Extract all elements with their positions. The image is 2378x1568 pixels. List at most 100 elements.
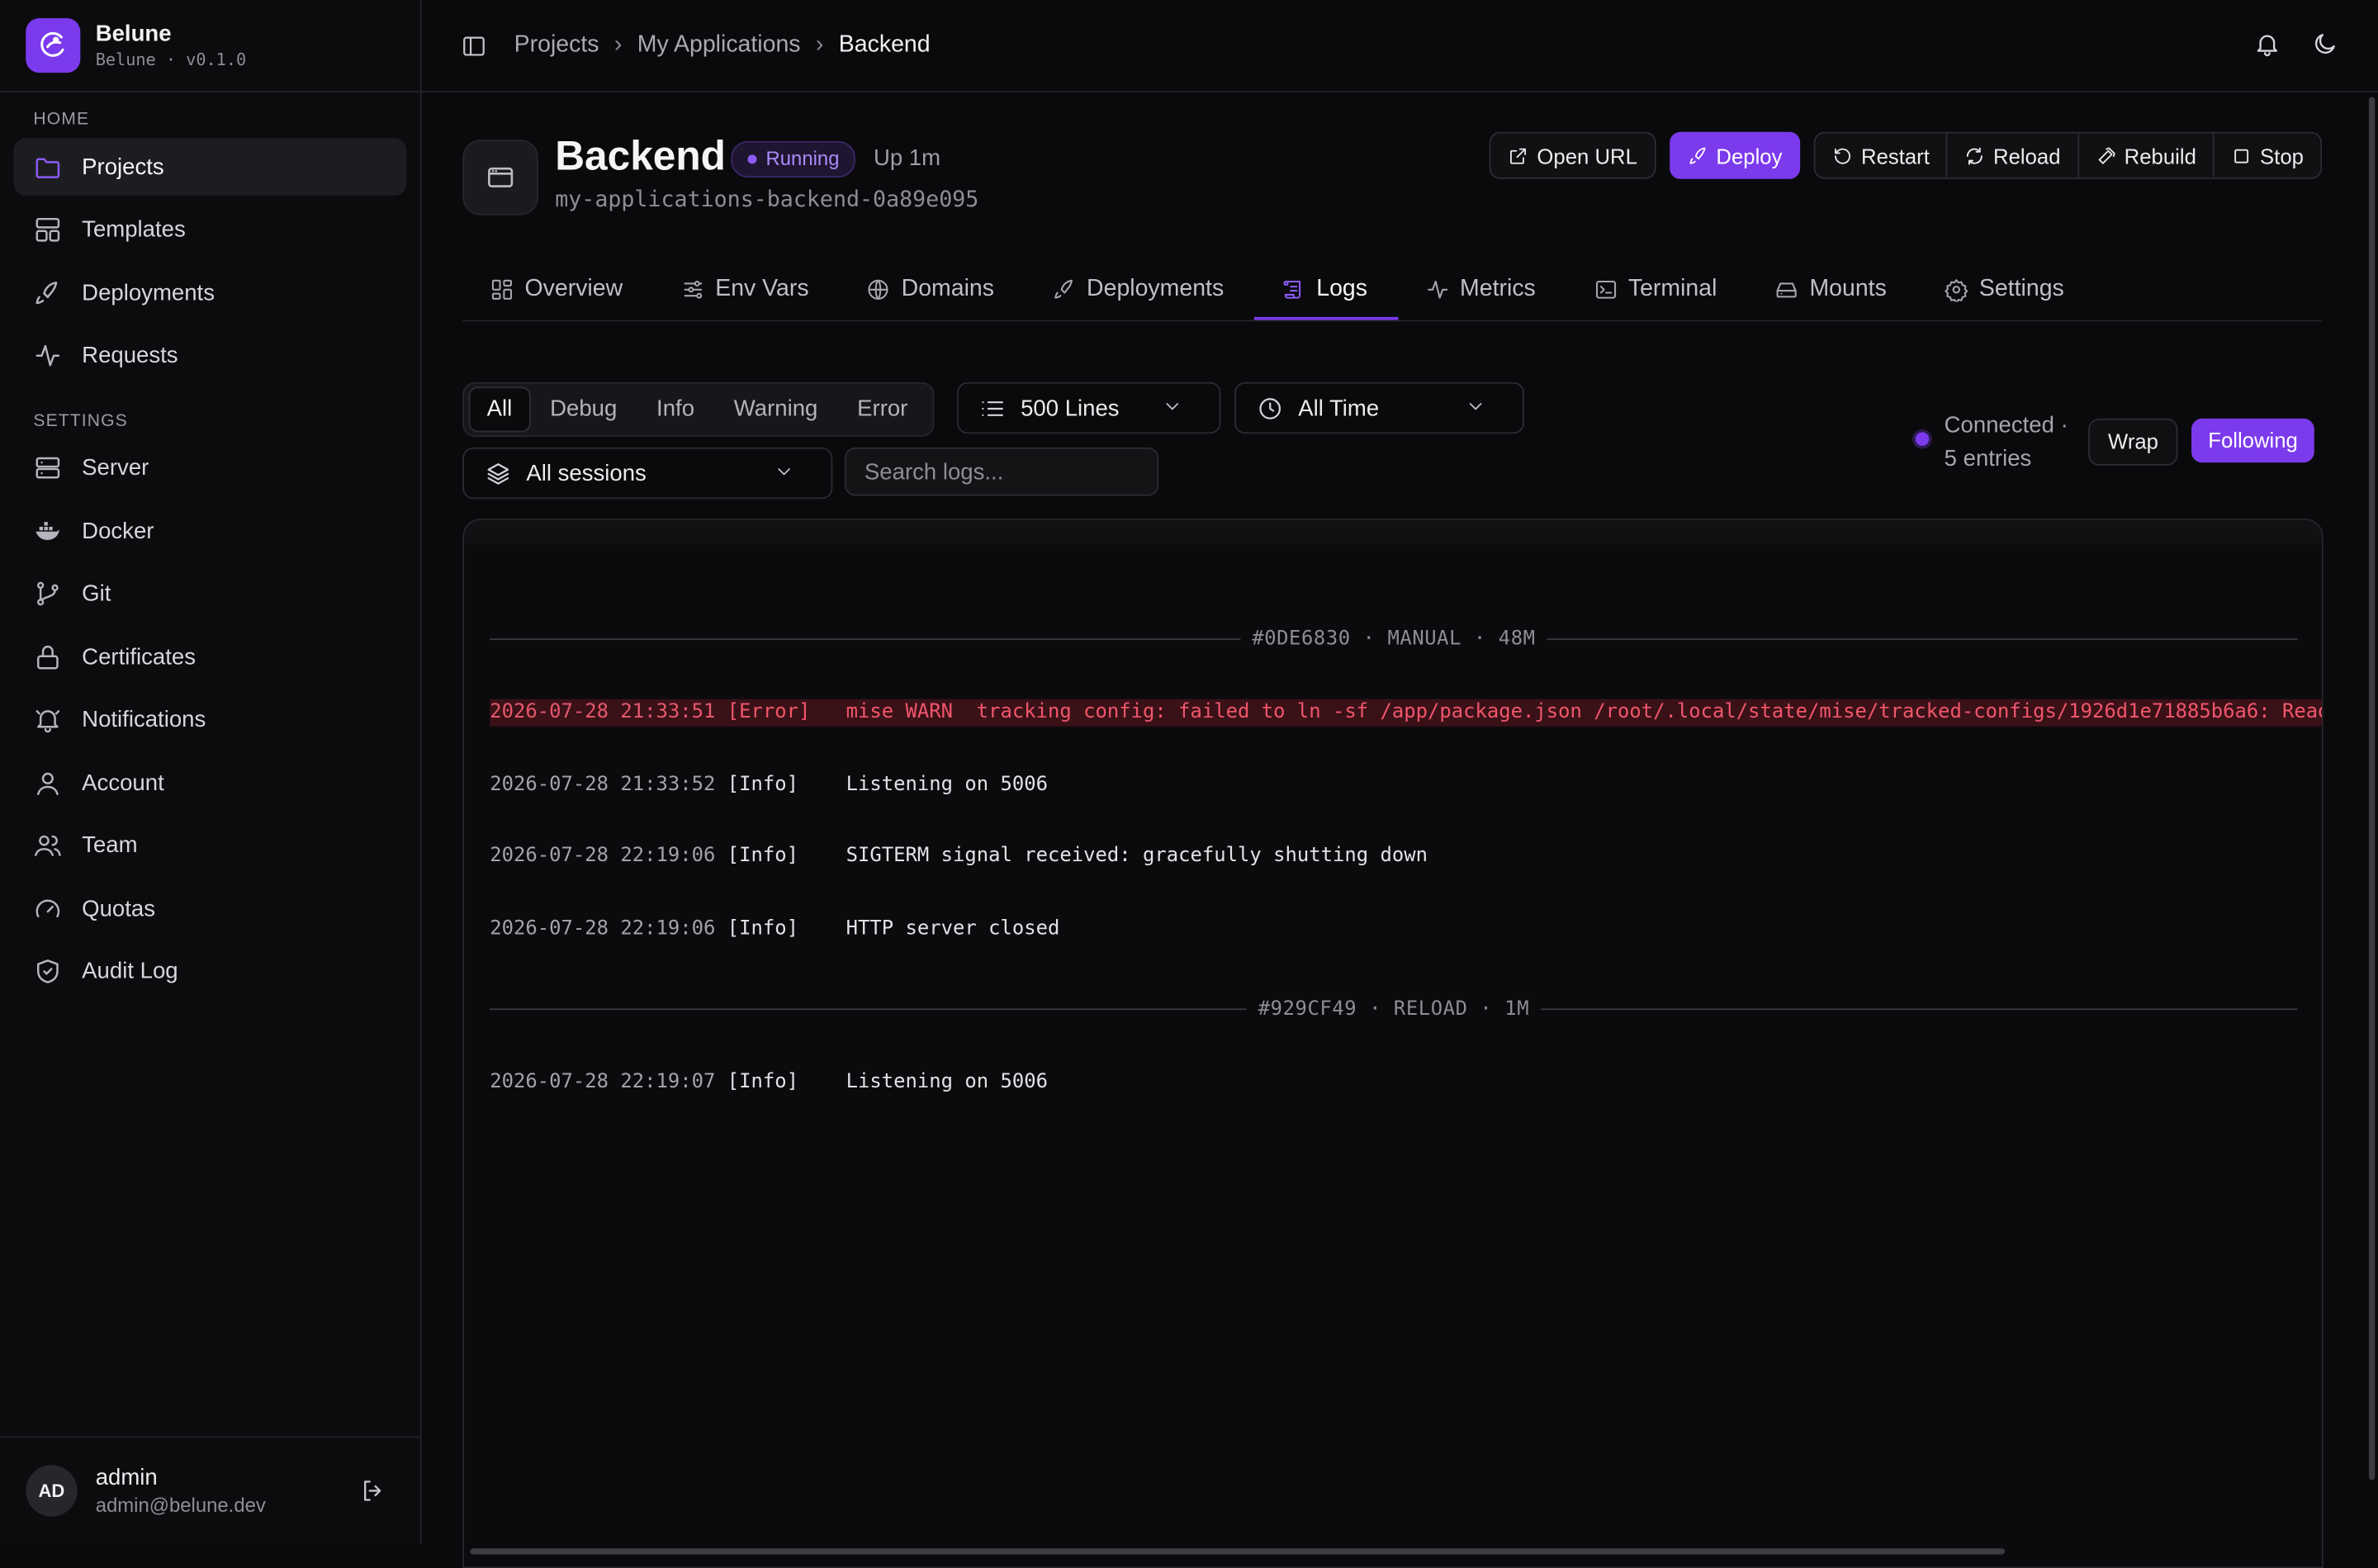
reload-button[interactable]: Reload [1946,133,2077,178]
brand[interactable]: Belune Belune · v0.1.0 [0,0,420,93]
server-icon [36,457,60,479]
search-input[interactable]: Search logs... [845,447,1159,496]
lock-icon [36,644,59,669]
tab-domains[interactable]: Domains [839,259,1024,319]
rebuild-button[interactable]: Rebuild [2077,133,2214,178]
layers-icon [487,462,509,484]
sidebar-item-label: Templates [82,216,186,243]
sessions-select[interactable]: All sessions [462,447,833,500]
rotate-ccw-icon [1835,147,1851,163]
log-line: 2026-07-28 22:19:06 [Info] HTTP server c… [490,917,1060,940]
chevron-right-icon: › [613,31,623,58]
sidebar-item-audit-log[interactable]: Audit Log [14,943,407,1001]
user-name: admin [95,1465,158,1491]
status-badge: Running [731,140,856,178]
rocket-icon [1689,146,1705,163]
session-divider: #0DE6830 · MANUAL · 48M [490,623,2298,654]
vertical-scrollbar[interactable] [2368,97,2376,1480]
log-level-filter: All Debug Info Warning Error [462,381,934,437]
top-bar: Projects › My Applications › Backend [421,0,2378,93]
terminal-icon [1595,280,1616,298]
tab-mounts[interactable]: Mounts [1747,259,1916,319]
sidebar-item-requests[interactable]: Requests [14,327,407,385]
belune-logo-icon [26,18,81,73]
avatar[interactable]: AD [26,1465,78,1517]
restart-button[interactable]: Restart [1815,133,1947,178]
level-all[interactable]: All [468,386,531,433]
sidebar-item-account[interactable]: Account [14,754,407,812]
sidebar-item-git[interactable]: Git [14,565,407,623]
bell-icon[interactable] [2253,31,2281,58]
hammer-icon [2098,146,2115,163]
tab-label: Deployments [1087,275,1225,301]
user-panel: AD admin admin@belune.dev [0,1436,420,1543]
tab-settings[interactable]: Settings [1917,259,2095,319]
level-warning[interactable]: Warning [714,388,837,430]
rocket-icon [1054,278,1073,298]
logout-button[interactable] [359,1477,386,1504]
following-toggle[interactable]: Following [2191,418,2315,463]
globe-icon [869,278,889,299]
connection-status-dot [1915,432,1930,446]
sidebar-item-label: Deployments [82,279,215,306]
sidebar-item-quotas[interactable]: Quotas [14,879,407,937]
deploy-label: Deploy [1716,143,1783,168]
sidebar-toggle-icon[interactable] [461,32,486,58]
breadcrumb: Projects › My Applications › Backend [461,31,931,59]
entry-count: 5 entries [1944,445,2032,472]
top-right-controls [2253,31,2338,58]
user-icon [36,771,59,795]
tab-label: Mounts [1809,275,1887,301]
stop-button[interactable]: Stop [2213,133,2321,178]
rocket-icon [36,281,58,304]
tab-overview[interactable]: Overview [462,259,653,319]
page-title: Backend [555,133,726,179]
lifecycle-button-group: Restart Reload Rebuild Stop [1814,131,2322,179]
level-error[interactable]: Error [837,388,927,430]
breadcrumb-my-applications[interactable]: My Applications [637,32,801,59]
tab-label: Overview [524,275,623,301]
main-content: Backend Running Up 1m my-applications-ba… [422,92,2378,1568]
deploy-button[interactable]: Deploy [1669,131,1801,179]
sidebar-item-deployments[interactable]: Deployments [14,264,407,322]
sidebar-item-certificates[interactable]: Certificates [14,628,407,685]
sidebar-item-docker[interactable]: Docker [14,502,407,560]
session-header: #929CF49 · RELOAD · 1M [1258,997,1530,1021]
sidebar-item-notifications[interactable]: Notifications [14,691,407,749]
sidebar-item-team[interactable]: Team [14,817,407,874]
tab-deployments[interactable]: Deployments [1025,259,1254,319]
activity-icon [36,344,60,367]
tab-metrics[interactable]: Metrics [1398,259,1566,319]
tab-env-vars[interactable]: Env Vars [653,259,839,319]
activity-icon [1427,280,1447,298]
tab-label: Terminal [1627,275,1717,301]
reload-label: Reload [1993,143,2061,168]
app-window-icon [462,139,539,216]
open-url-button[interactable]: Open URL [1490,131,1656,179]
tab-logs[interactable]: Logs [1253,259,1398,320]
lines-select[interactable]: 500 Lines [956,381,1221,434]
sidebar-item-server[interactable]: Server [14,439,407,497]
horizontal-scrollbar[interactable] [470,1548,2006,1555]
tab-label: Logs [1316,275,1368,301]
level-debug[interactable]: Debug [530,388,637,430]
uptime-text: Up 1m [873,145,941,172]
dashboard-icon [491,278,513,299]
breadcrumb-backend: Backend [838,31,931,58]
breadcrumb-projects[interactable]: Projects [514,32,599,59]
tab-terminal[interactable]: Terminal [1566,259,1748,319]
wrap-toggle[interactable]: Wrap [2088,418,2178,466]
sidebar-item-templates[interactable]: Templates [14,201,407,258]
sidebar-item-projects[interactable]: Projects [13,138,407,196]
time-range-select[interactable]: All Time [1234,381,1524,434]
refresh-icon [1967,146,1983,164]
log-viewer[interactable]: #0DE6830 · MANUAL · 48M 2026-07-28 21:33… [462,519,2324,1568]
sidebar-item-label: Requests [82,343,178,369]
level-info[interactable]: Info [637,388,714,430]
log-output: #0DE6830 · MANUAL · 48M 2026-07-28 21:33… [490,578,2322,1141]
user-email: admin@belune.dev [95,1494,266,1517]
rebuild-label: Rebuild [2124,143,2196,168]
moon-icon[interactable] [2311,31,2338,58]
chevron-down-icon [1166,403,1179,410]
bell-ring-icon [36,710,60,733]
